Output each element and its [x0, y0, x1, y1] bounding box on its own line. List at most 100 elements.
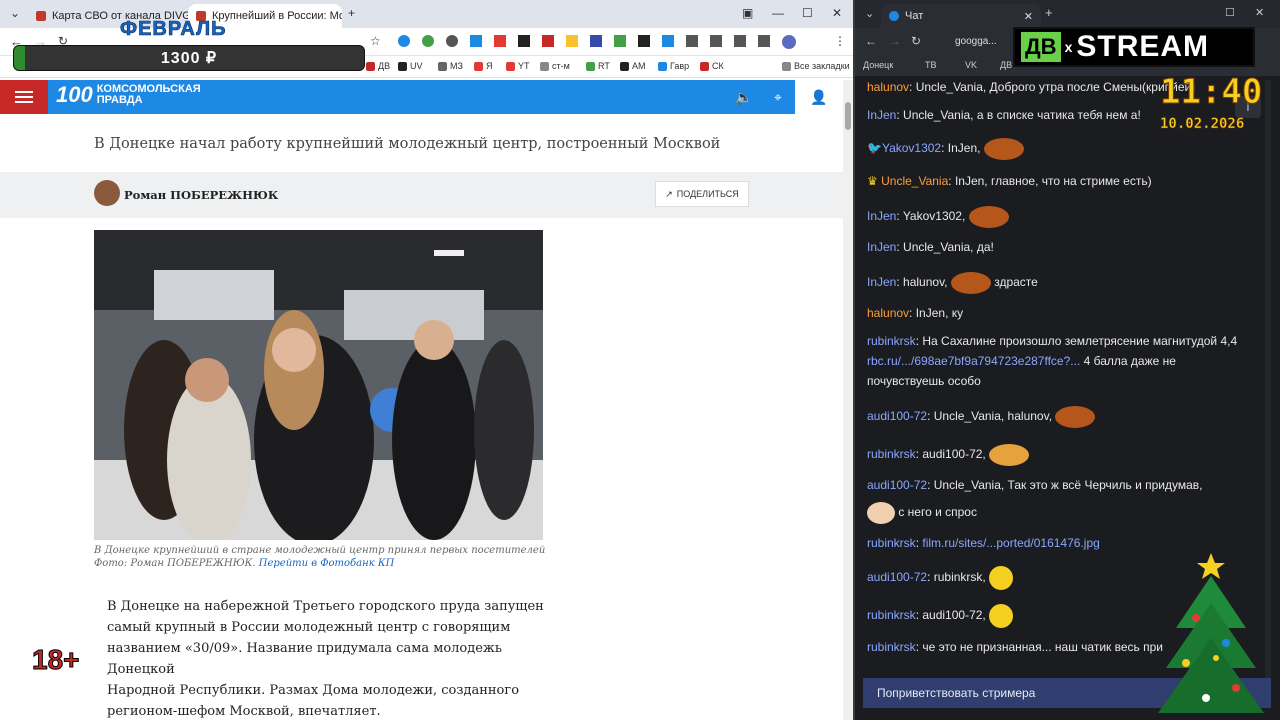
- extension-icon[interactable]: [686, 35, 698, 47]
- extension-icon[interactable]: [638, 35, 650, 47]
- extension-icon[interactable]: [734, 35, 746, 47]
- share-button[interactable]: ↗ ПОДЕЛИТЬСЯ: [655, 181, 749, 207]
- bookmark-st-m[interactable]: ст-м: [540, 61, 570, 71]
- chat-message: rubinkrsk: audi100-72,: [867, 604, 1014, 628]
- tab-label: Крупнейший в России: Моск: [212, 10, 342, 22]
- close-window-button[interactable]: ✕: [1255, 6, 1264, 19]
- bookmark-dv[interactable]: ДВ: [366, 61, 390, 71]
- maximize-button[interactable]: ☐: [802, 6, 813, 20]
- chat-message: rubinkrsk: че это не признанная... наш ч…: [867, 640, 1164, 654]
- user-icon[interactable]: 👤: [795, 80, 843, 114]
- bookmark-am[interactable]: АМ: [620, 61, 646, 71]
- beaver-emote-icon: [968, 206, 1009, 228]
- close-window-button[interactable]: ✕: [832, 6, 842, 20]
- star-icon[interactable]: ☆: [370, 34, 381, 48]
- chat-message: InJen: halunov, здрасте: [867, 272, 1038, 294]
- sound-icon[interactable]: 🔈: [727, 80, 761, 114]
- chat-link[interactable]: rbc.ru/.../698ae7bf9a794723e287ffce?...: [867, 354, 1080, 368]
- article-body: В Донецке на набережной Третьего городск…: [107, 599, 544, 719]
- site-header-icons: 🔈 ⌖ 👤: [727, 80, 843, 114]
- site-logo[interactable]: 100 КОМСОМОЛЬСКАЯ ПРАВДА: [56, 84, 201, 106]
- new-tab-button[interactable]: +: [1045, 5, 1053, 20]
- extension-icon[interactable]: [758, 35, 770, 47]
- forward-icon[interactable]: →: [889, 34, 901, 48]
- site-header: 100 КОМСОМОЛЬСКАЯ ПРАВДА 🔈 ⌖ 👤: [0, 80, 843, 114]
- bookmark-rt[interactable]: RT: [586, 61, 610, 71]
- chat-message: rubinkrsk: audi100-72,: [867, 444, 1030, 466]
- beaver-emote-icon: [989, 444, 1030, 466]
- extension-icon[interactable]: [662, 35, 674, 47]
- beaver-emote-icon: [983, 138, 1024, 160]
- extension-icon[interactable]: [470, 35, 482, 47]
- bookmark-all[interactable]: Все закладки: [782, 61, 850, 71]
- address-text[interactable]: googga...: [955, 36, 997, 47]
- page-scrollbar[interactable]: [843, 80, 853, 720]
- face-emote-icon: [867, 502, 895, 524]
- month-overlay-title: ФЕВРАЛЬ: [120, 18, 227, 41]
- extension-icon[interactable]: [590, 35, 602, 47]
- pin-icon[interactable]: ▣: [742, 6, 753, 20]
- tab-search-icon[interactable]: ⌄: [865, 7, 874, 20]
- chat-message: audi100-72: Uncle_Vania, Так это ж всё Ч…: [867, 478, 1203, 492]
- bookmark-donetsk[interactable]: Донецк: [863, 60, 893, 70]
- extension-icon[interactable]: [422, 35, 434, 47]
- photo-illustration: [94, 230, 543, 540]
- extension-icon[interactable]: [518, 35, 530, 47]
- chat-message-continued: rbc.ru/.../698ae7bf9a794723e287ffce?... …: [867, 354, 1176, 368]
- bookmark-vk[interactable]: VK: [965, 60, 977, 70]
- reload-icon[interactable]: ↻: [911, 34, 921, 48]
- photobank-link[interactable]: Перейти в Фотобанк КП: [259, 558, 395, 569]
- bookmark-tv[interactable]: ТВ: [925, 60, 937, 70]
- google-icon: [889, 11, 899, 21]
- tab-search-icon[interactable]: ⌄: [10, 6, 20, 20]
- clock-date: 10.02.2026: [1160, 116, 1245, 133]
- photo-caption: В Донецке крупнейший в стране молодежный…: [94, 545, 546, 569]
- chat-message: InJen: Yakov1302,: [867, 206, 1009, 228]
- chat-link[interactable]: film.ru/sites/...ported/0161476.jpg: [922, 536, 1099, 550]
- location-icon[interactable]: ⌖: [761, 80, 795, 114]
- bookmark-sk[interactable]: СК: [700, 61, 724, 71]
- bookmark-ya[interactable]: Я: [474, 61, 493, 71]
- extension-icon[interactable]: [566, 35, 578, 47]
- goal-amount: 1300 ₽: [160, 50, 218, 67]
- beaver-emote-icon: [950, 272, 991, 294]
- chat-message: 🐦Yakov1302: InJen,: [867, 138, 1024, 160]
- stream-logo: ДВ x STREAM: [1013, 27, 1255, 67]
- chat-message: halunov: Uncle_Vania, Доброго утра после…: [867, 80, 1196, 94]
- bookmark-yt[interactable]: YT: [506, 61, 530, 71]
- close-icon[interactable]: ✕: [1024, 10, 1033, 23]
- extension-icon[interactable]: [710, 35, 722, 47]
- chat-message: rubinkrsk: film.ru/sites/...ported/01614…: [867, 536, 1100, 550]
- minimize-button[interactable]: —: [772, 6, 784, 20]
- author-name[interactable]: Роман ПОБЕРЕЖНЮК: [124, 188, 278, 202]
- menu-icon[interactable]: ⋮: [834, 34, 846, 48]
- back-icon[interactable]: ←: [865, 34, 877, 48]
- chat-message: rubinkrsk: На Сахалине произошло землетр…: [867, 334, 1238, 348]
- bookmark-gavr[interactable]: Гавр: [658, 61, 689, 71]
- bookmark-mz[interactable]: МЗ: [438, 61, 463, 71]
- hamburger-menu-button[interactable]: [0, 80, 48, 114]
- extension-icon[interactable]: [446, 35, 458, 47]
- chat-message: InJen: Uncle_Vania, а в списке чатика те…: [867, 108, 1141, 122]
- bookmark-uv[interactable]: UV: [398, 61, 423, 71]
- donation-goal-bar: 1300 ₽: [13, 45, 365, 71]
- chat-message: InJen: Uncle_Vania, да!: [867, 240, 994, 254]
- tab-chat[interactable]: Чат ✕: [881, 4, 1041, 28]
- chat-message: audi100-72: rubinkrsk,: [867, 566, 1014, 590]
- article-title: В Донецке начал работу крупнейший молоде…: [94, 136, 721, 152]
- chat-message: audi100-72: Uncle_Vania, halunov,: [867, 406, 1096, 428]
- profile-avatar[interactable]: [782, 35, 796, 49]
- age-rating-badge: 18+: [32, 644, 80, 676]
- bookmark-dv[interactable]: ДВ: [1000, 60, 1012, 70]
- extension-icon[interactable]: [494, 35, 506, 47]
- extensions-row: [398, 35, 796, 49]
- extension-icon[interactable]: [542, 35, 554, 47]
- extension-icon[interactable]: [398, 35, 410, 47]
- chat-message: ♛ Uncle_Vania: InJen, главное, что на ст…: [867, 174, 1152, 188]
- extension-icon[interactable]: [614, 35, 626, 47]
- maximize-button[interactable]: ☐: [1225, 6, 1235, 19]
- author-avatar: [94, 180, 120, 206]
- clock-time: 11:40: [1159, 72, 1263, 113]
- article-photo[interactable]: [94, 230, 543, 540]
- new-tab-button[interactable]: +: [348, 6, 355, 20]
